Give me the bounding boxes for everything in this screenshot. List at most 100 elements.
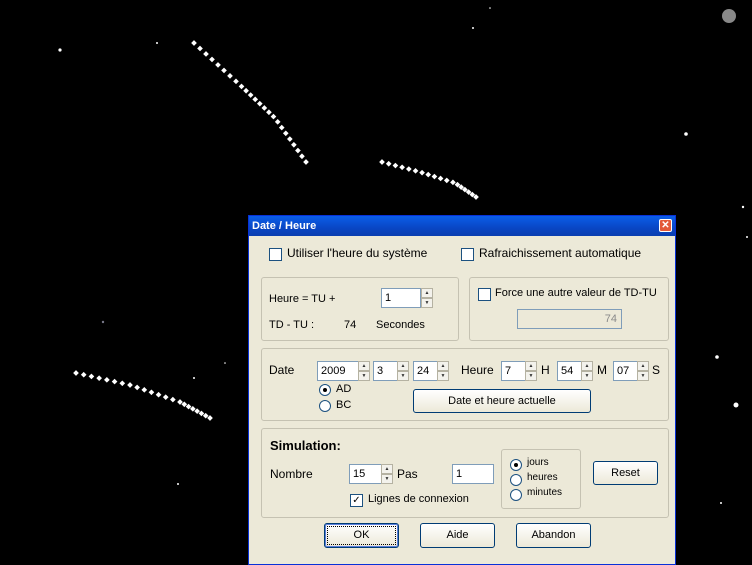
auto-refresh-checkbox[interactable] — [461, 248, 474, 261]
tu-offset-spinner[interactable]: ▲ ▼ — [421, 288, 433, 308]
unit-hours-label: heures — [527, 472, 558, 483]
track-point — [170, 396, 176, 403]
cancel-button[interactable]: Abandon — [516, 523, 591, 548]
track-point — [134, 384, 140, 391]
track-point — [385, 160, 392, 167]
track-point — [261, 105, 268, 111]
track-point — [252, 96, 259, 103]
tdtu-label: TD - TU : — [269, 319, 315, 331]
track-point — [278, 124, 285, 131]
minute-input[interactable]: 54 — [557, 361, 582, 381]
era-bc-label: BC — [336, 399, 352, 411]
track-point — [431, 173, 438, 180]
track-point — [392, 162, 399, 169]
track-point — [399, 164, 405, 171]
track-point — [111, 378, 118, 385]
track-point — [73, 370, 79, 376]
track-point — [243, 87, 249, 94]
reset-button[interactable]: Reset — [593, 461, 658, 485]
force-tdtu-group: Force une autre valeur de TD-TU 74 — [469, 277, 669, 341]
day-spinner[interactable]: ▲ ▼ — [437, 361, 449, 381]
date-group: Date 2009 ▲ ▼ 3 ▲ ▼ 24 ▲ ▼ Heure 7 ▲ ▼ H 54 … — [261, 348, 669, 421]
count-label: Nombre — [270, 467, 313, 481]
track-3 — [73, 370, 213, 421]
force-tdtu-input[interactable]: 74 — [517, 309, 622, 329]
track-point — [141, 387, 148, 393]
track-1 — [191, 40, 309, 165]
tu-label: Heure = TU + — [269, 293, 336, 305]
track-point — [291, 141, 297, 148]
connection-lines-label: Lignes de connexion — [368, 493, 469, 505]
track-point — [119, 380, 126, 387]
track-point — [405, 166, 412, 172]
auto-refresh-label: Rafraichissement automatique — [479, 246, 642, 260]
second-spinner[interactable]: ▲ ▼ — [637, 361, 649, 381]
track-point — [155, 391, 162, 398]
track-point — [286, 136, 293, 142]
close-icon[interactable]: ✕ — [659, 219, 672, 232]
era-bc-radio[interactable] — [319, 400, 331, 412]
track-point — [303, 159, 309, 165]
track-point — [299, 153, 305, 160]
track-point — [96, 375, 102, 381]
use-system-time-label: Utiliser l'heure du système — [287, 246, 428, 260]
track-2 — [379, 159, 479, 200]
hour-input[interactable]: 7 — [501, 361, 526, 381]
help-button[interactable]: Aide — [420, 523, 495, 548]
force-tdtu-label: Force une autre valeur de TD-TU — [495, 287, 657, 299]
track-point — [256, 100, 263, 107]
use-system-time-checkbox[interactable] — [269, 248, 282, 261]
second-input[interactable]: 07 — [613, 361, 638, 381]
unit-minutes-radio[interactable] — [510, 489, 522, 501]
tu-offset-input[interactable]: 1 — [381, 288, 421, 308]
step-input[interactable]: 1 — [452, 464, 494, 484]
era-ad-label: AD — [336, 383, 352, 395]
connection-lines-checkbox[interactable]: ✓ — [350, 494, 363, 507]
track-point — [412, 167, 419, 174]
minute-spinner[interactable]: ▲ ▼ — [581, 361, 593, 381]
s-label: S — [652, 363, 661, 377]
track-point — [450, 179, 456, 186]
hour-spinner[interactable]: ▲ ▼ — [525, 361, 537, 381]
ok-button[interactable]: OK — [324, 523, 399, 548]
track-point — [443, 177, 450, 184]
tdtu-unit: Secondes — [376, 319, 425, 331]
track-point — [233, 78, 239, 85]
unit-days-label: jours — [527, 457, 549, 468]
date-label: Date — [269, 363, 295, 377]
track-point — [419, 169, 425, 176]
track-point — [266, 109, 272, 116]
simulation-group: Simulation: Nombre 15 ▲ ▼ Pas 1 jours heu… — [261, 428, 669, 518]
count-input[interactable]: 15 — [349, 464, 382, 484]
track-point — [162, 394, 169, 400]
track-point — [80, 371, 87, 378]
unit-hours-radio[interactable] — [510, 474, 522, 486]
track-point — [425, 171, 432, 178]
count-spinner[interactable]: ▲ ▼ — [381, 464, 393, 484]
hour-label: Heure — [461, 363, 494, 377]
track-point — [148, 389, 155, 396]
track-point — [227, 73, 233, 79]
track-point — [88, 373, 95, 380]
track-point — [203, 51, 209, 57]
track-point — [127, 382, 133, 388]
force-tdtu-checkbox[interactable] — [478, 288, 491, 301]
tu-group: Heure = TU + 1 ▲ ▼ TD - TU : 74 Secondes — [261, 277, 459, 341]
current-datetime-button[interactable]: Date et heure actuelle — [413, 389, 591, 413]
unit-group: jours heures minutes — [501, 449, 581, 509]
track-point — [221, 67, 227, 74]
day-input[interactable]: 24 — [413, 361, 438, 381]
year-spinner[interactable]: ▲ ▼ — [358, 361, 370, 381]
track-point — [197, 45, 203, 52]
track-point — [215, 62, 221, 68]
year-input[interactable]: 2009 — [317, 361, 359, 381]
m-label: M — [597, 363, 607, 377]
month-input[interactable]: 3 — [373, 361, 398, 381]
date-time-dialog: Date / Heure ✕ Utiliser l'heure du systè… — [248, 215, 676, 565]
dialog-titlebar: Date / Heure ✕ — [249, 216, 675, 236]
track-point — [238, 83, 245, 90]
month-spinner[interactable]: ▲ ▼ — [397, 361, 409, 381]
era-ad-radio[interactable] — [319, 384, 331, 396]
track-point — [282, 130, 289, 137]
unit-days-radio[interactable] — [510, 459, 522, 471]
